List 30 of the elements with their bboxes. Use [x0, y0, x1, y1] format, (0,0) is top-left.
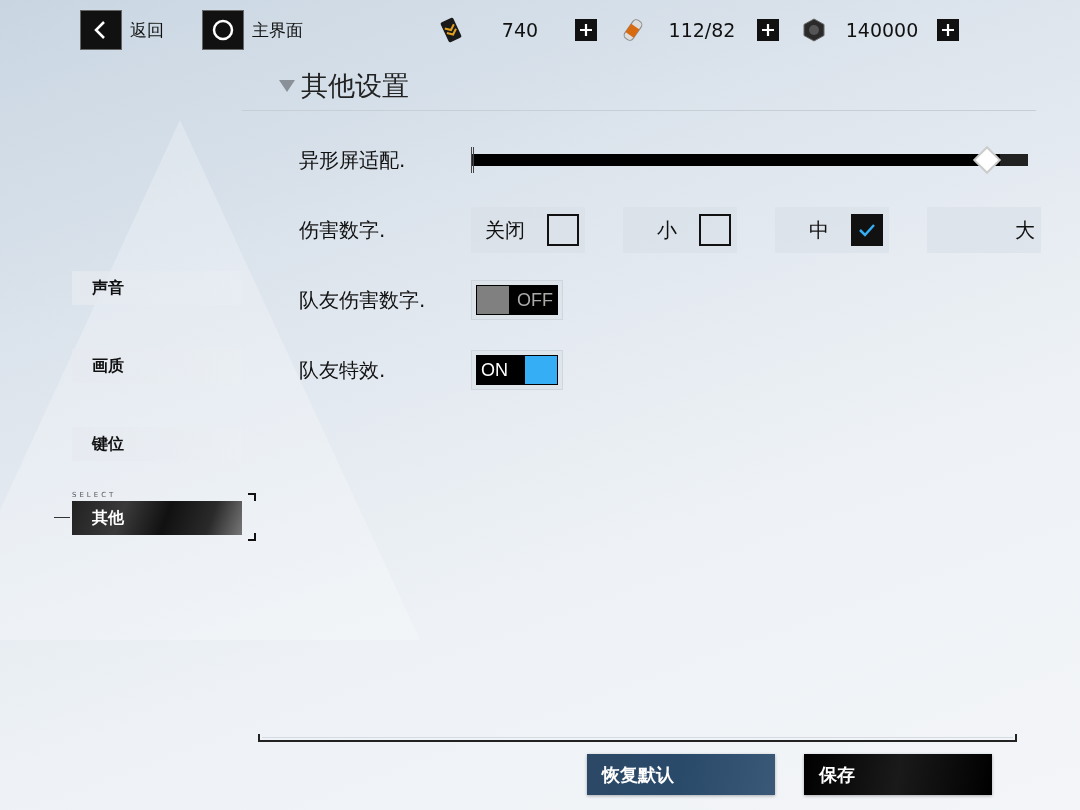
save-button[interactable]: 保存 [804, 754, 992, 795]
add-button[interactable] [757, 19, 779, 41]
hex-nut-icon [801, 17, 827, 43]
checkbox[interactable] [547, 214, 579, 246]
section-title: 其他设置 [301, 69, 409, 103]
option-button[interactable]: 大 [927, 207, 1041, 253]
option-button[interactable]: 关闭 [471, 207, 585, 253]
setting-label: 异形屏适配. [299, 146, 407, 174]
add-button[interactable] [937, 19, 959, 41]
plus-icon [941, 23, 955, 37]
option-button[interactable]: 中 [775, 207, 889, 253]
checkbox[interactable] [699, 214, 731, 246]
sidebar-item[interactable]: 其他 [72, 501, 242, 535]
currency-amount: 740 [500, 19, 540, 41]
currency-amount: 112/82 [667, 19, 737, 41]
currency-amount: 140000 [844, 19, 920, 41]
setting-label: 伤害数字. [299, 216, 387, 244]
home-button[interactable]: 主界面 [202, 10, 303, 50]
circle-icon [211, 18, 235, 42]
checkbox[interactable] [851, 214, 883, 246]
reset-button[interactable]: 恢复默认 [587, 754, 775, 795]
plus-icon [761, 23, 775, 37]
toggle-switch[interactable]: ON [471, 350, 563, 390]
plus-icon [579, 23, 593, 37]
setting-label: 队友特效. [299, 356, 387, 384]
checkmark-icon [857, 222, 877, 238]
option-button[interactable]: 小 [623, 207, 737, 253]
toggle-switch[interactable]: OFF [471, 280, 563, 320]
setting-label: 队友伤害数字. [299, 286, 427, 314]
add-button[interactable] [575, 19, 597, 41]
